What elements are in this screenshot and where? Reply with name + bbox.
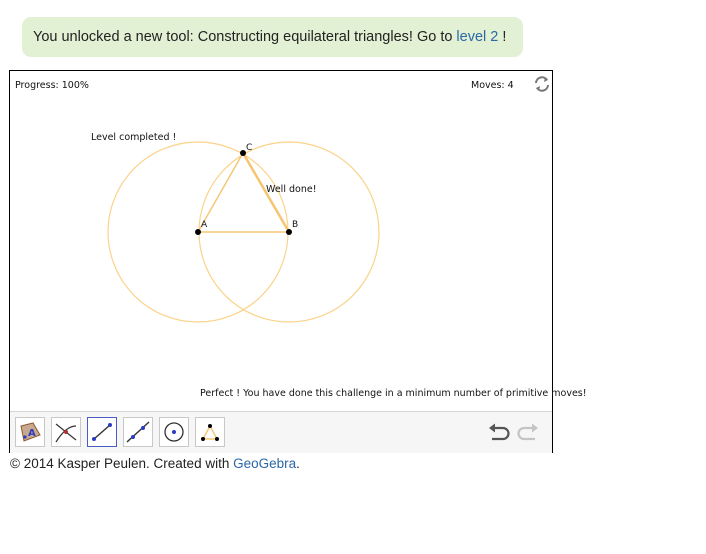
polygon-tool-icon[interactable]: A	[15, 417, 45, 447]
svg-text:A: A	[28, 428, 36, 439]
point-a-label: A	[201, 220, 208, 230]
circle-tool-icon[interactable]	[159, 417, 189, 447]
redo-icon[interactable]	[515, 422, 541, 444]
perfect-message: Perfect ! You have done this challenge i…	[200, 388, 587, 399]
level-2-link[interactable]: level 2	[456, 29, 498, 45]
point-b-label: B	[292, 220, 298, 230]
line-tool-icon[interactable]	[123, 417, 153, 447]
level-completed-label: Level completed !	[91, 132, 177, 143]
construction-canvas[interactable]: A B C	[10, 71, 552, 411]
undo-icon[interactable]	[486, 422, 512, 444]
well-done-label: Well done!	[266, 184, 317, 195]
footer-text: © 2014 Kasper Peulen. Created with	[10, 456, 230, 471]
geogebra-applet[interactable]: Progress: 100% Moves: 4 A B C Level comp…	[9, 70, 587, 453]
equilateral-triangle-tool-icon[interactable]	[195, 417, 225, 447]
geogebra-link[interactable]: GeoGebra	[233, 456, 296, 471]
point-c-label: C	[246, 143, 252, 153]
banner-text: You unlocked a new tool: Constructing eq…	[33, 29, 453, 45]
unlock-banner: You unlocked a new tool: Constructing eq…	[22, 17, 523, 57]
intersect-tool-icon[interactable]	[51, 417, 81, 447]
segment-tool-icon[interactable]	[87, 417, 117, 447]
banner-exclamation: !	[502, 29, 507, 45]
footer-credit: © 2014 Kasper Peulen. Created with GeoGe…	[10, 456, 300, 471]
tool-bar: A	[10, 411, 552, 453]
footer-period: .	[296, 456, 300, 471]
